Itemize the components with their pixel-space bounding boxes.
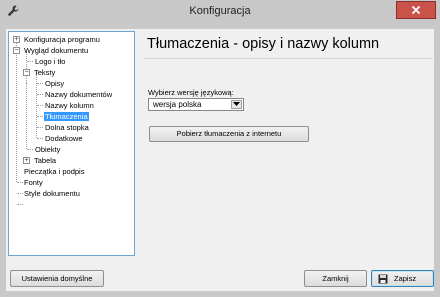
settings-tree[interactable]: + Konfiguracja programu − Wygląd dokumen… — [8, 31, 135, 256]
window-close-button[interactable] — [396, 1, 436, 19]
tree-item-nazwy-dokumentow[interactable]: Nazwy dokumentów — [44, 89, 113, 100]
language-label: Wybierz wersję językową: — [148, 88, 234, 97]
tree-item-pieczatka-i-podpis[interactable]: Pieczątka i podpis — [23, 166, 85, 177]
tree-item-label: Dodatkowe — [45, 134, 83, 143]
tree-item-nazwy-kolumn[interactable]: Nazwy kolumn — [44, 100, 95, 111]
close-button[interactable]: Zamknij — [304, 270, 367, 287]
collapse-teksty-icon[interactable]: − — [23, 69, 30, 76]
tree-item-label: Dolna stopka — [45, 123, 89, 132]
window-title: Konfiguracja — [189, 5, 251, 17]
dropdown-arrow-icon[interactable] — [231, 100, 242, 109]
tree-item-dolna-stopka[interactable]: Dolna stopka — [44, 122, 90, 133]
tree-item-label: Fonty — [24, 178, 43, 187]
collapse-wyglad-icon[interactable]: − — [13, 47, 20, 54]
tree-item-label: Tłumaczenia — [44, 112, 89, 121]
title-bar[interactable]: Konfiguracja — [0, 0, 440, 24]
tree-item-tabela[interactable]: Tabela — [33, 155, 57, 166]
tree-item-label: Pieczątka i podpis — [24, 167, 85, 176]
download-translations-button[interactable]: Pobierz tłumaczenia z internetu — [149, 126, 309, 142]
tree-item-obiekty[interactable]: Obiekty — [34, 144, 61, 155]
defaults-button[interactable]: Ustawienia domyślne — [10, 270, 104, 287]
expand-konfiguracja-icon[interactable]: + — [13, 36, 20, 43]
tree-item-tlumaczenia[interactable]: Tłumaczenia — [44, 111, 89, 122]
language-select[interactable]: wersja polska — [148, 98, 244, 111]
tree-item-logo-i-tlo[interactable]: Logo i tło — [34, 56, 66, 67]
heading-divider — [143, 58, 433, 59]
tree-item-opisy[interactable]: Opisy — [44, 78, 65, 89]
tree-item-label: Opisy — [45, 79, 65, 88]
tree-item-label: Wygląd dokumentu — [24, 46, 89, 55]
tree-item-style-dokumentu[interactable]: Style dokumentu — [23, 188, 81, 199]
tree-item-fonty[interactable]: Fonty — [23, 177, 44, 188]
save-button-label: Zapisz — [394, 274, 417, 283]
close-icon — [411, 5, 421, 15]
tree-item-konfiguracja-programu[interactable]: Konfiguracja programu — [23, 34, 101, 45]
save-button[interactable]: Zapisz — [371, 270, 434, 287]
tree-item-label: Teksty — [34, 68, 56, 77]
config-window: Konfiguracja + Konfiguracja programu − W… — [0, 0, 440, 297]
tree-item-label: Logo i tło — [35, 57, 66, 66]
tree-item-label: Obiekty — [35, 145, 61, 154]
floppy-disk-icon — [378, 274, 388, 284]
expand-tabela-icon[interactable]: + — [23, 157, 30, 164]
tree-item-label: Tabela — [34, 156, 57, 165]
tree-item-teksty[interactable]: Teksty — [33, 67, 56, 78]
language-select-value: wersja polska — [153, 100, 202, 109]
dialog-body: + Konfiguracja programu − Wygląd dokumen… — [6, 29, 434, 291]
tree-item-dodatkowe[interactable]: Dodatkowe — [44, 133, 84, 144]
tree-item-label: Nazwy dokumentów — [45, 90, 113, 99]
page-title: Tłumaczenia - opisy i nazwy kolumn — [147, 36, 380, 52]
tree-item-label: Nazwy kolumn — [45, 101, 94, 110]
tree-item-label: Konfiguracja programu — [24, 35, 100, 44]
tree-item-wyglad-dokumentu[interactable]: Wygląd dokumentu — [23, 45, 89, 56]
tree-item-label: Style dokumentu — [24, 189, 80, 198]
